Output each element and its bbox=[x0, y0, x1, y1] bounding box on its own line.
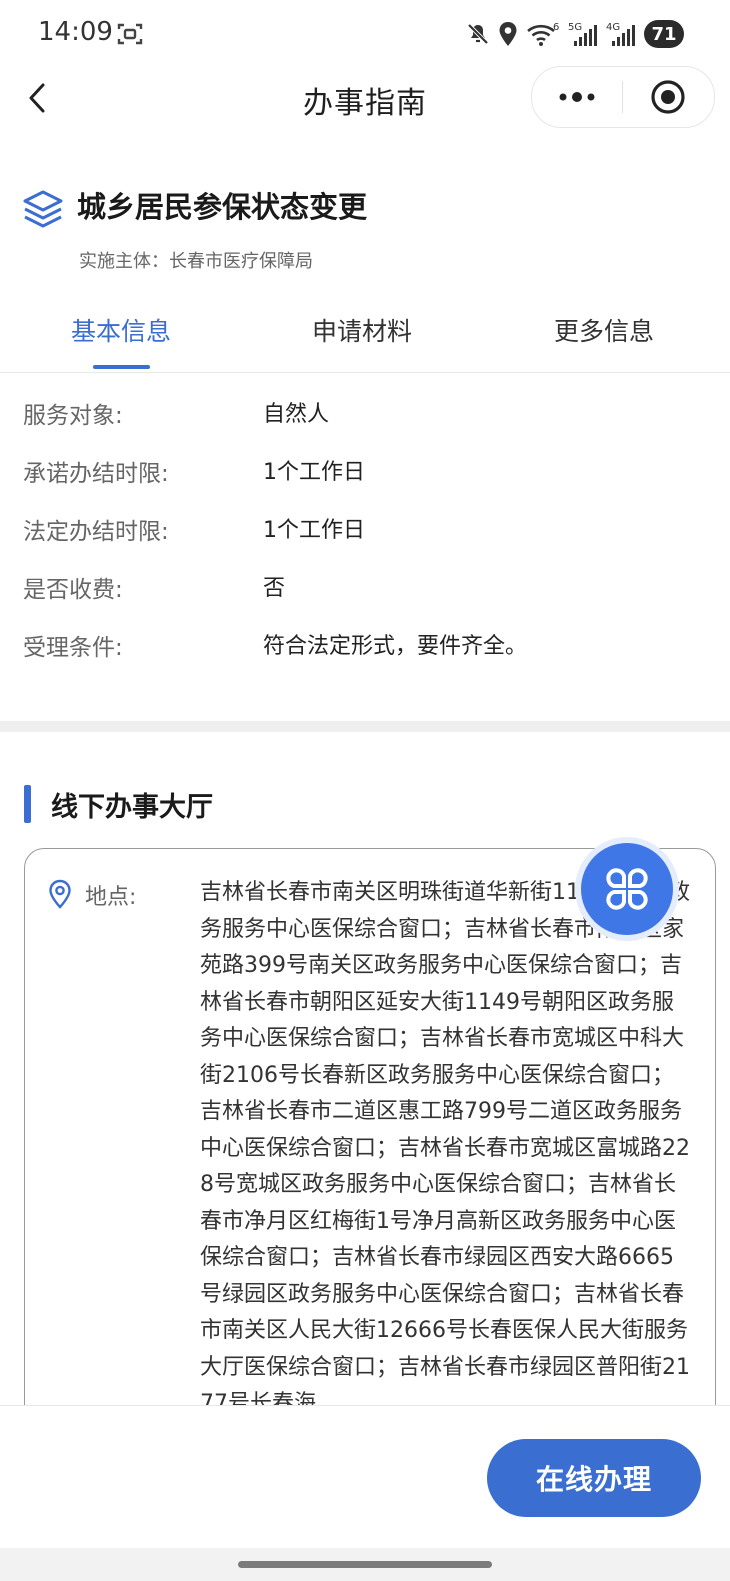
signal-5g-icon: 5G bbox=[568, 22, 597, 46]
status-bar: 14:09 6 5G 4G 71 bbox=[0, 0, 730, 66]
close-button[interactable] bbox=[623, 67, 713, 127]
more-dots-icon bbox=[559, 92, 595, 102]
info-label: 法定办结时限: bbox=[23, 519, 169, 545]
location-label: 地点: bbox=[85, 885, 137, 910]
info-label: 是否收费: bbox=[23, 577, 123, 603]
info-row-acceptance-conditions: 受理条件: 符合法定形式，要件齐全。 bbox=[0, 628, 730, 668]
location-status-icon bbox=[499, 22, 517, 46]
info-row-promised-time: 承诺办结时限: 1个工作日 bbox=[0, 454, 730, 494]
battery-indicator: 71 bbox=[644, 20, 684, 48]
nav-bar: 办事指南 bbox=[0, 66, 730, 130]
section-divider bbox=[0, 721, 730, 732]
signal-5g-label: 5G bbox=[568, 22, 582, 33]
signal-4g-label: 4G bbox=[606, 22, 620, 33]
menu-grid-icon bbox=[606, 868, 648, 910]
info-label: 承诺办结时限: bbox=[23, 461, 169, 487]
location-card: 地点: 吉林省长春市南关区明珠街道华新街11号长春市政务服务中心医保综合窗口；吉… bbox=[24, 848, 716, 1470]
location-text: 吉林省长春市南关区明珠街道华新街11号长春市政务服务中心医保综合窗口；吉林省长春… bbox=[200, 880, 690, 1416]
offline-hall-title: 线下办事大厅 bbox=[51, 792, 213, 823]
status-icons: 6 5G 4G 71 bbox=[466, 18, 684, 50]
wifi-label: 6 bbox=[553, 22, 559, 33]
signal-4g-icon: 4G bbox=[606, 22, 635, 46]
section-accent-bar bbox=[24, 785, 31, 823]
online-handle-button[interactable]: 在线办理 bbox=[487, 1439, 701, 1517]
floating-menu-button[interactable] bbox=[581, 843, 673, 935]
mute-icon bbox=[467, 23, 489, 45]
tab-more-info[interactable]: 更多信息 bbox=[504, 312, 704, 348]
bottom-action-bar: 在线办理 bbox=[0, 1405, 730, 1556]
more-button[interactable] bbox=[532, 67, 622, 127]
info-value: 否 bbox=[263, 576, 286, 601]
implementer-text: 实施主体：长春市医疗保障局 bbox=[79, 251, 313, 272]
info-row-service-target: 服务对象: 自然人 bbox=[0, 396, 730, 436]
service-title: 城乡居民参保状态变更 bbox=[77, 190, 368, 224]
status-time: 14:09 bbox=[38, 17, 113, 47]
info-label: 受理条件: bbox=[23, 635, 123, 661]
layers-icon bbox=[23, 190, 63, 228]
wifi-icon: 6 bbox=[527, 22, 559, 46]
tab-application-materials[interactable]: 申请材料 bbox=[262, 312, 462, 348]
home-indicator[interactable] bbox=[238, 1561, 492, 1568]
location-pin-icon bbox=[49, 879, 71, 909]
info-label: 服务对象: bbox=[23, 403, 123, 429]
info-value: 1个工作日 bbox=[263, 518, 365, 543]
info-value: 符合法定形式，要件齐全。 bbox=[263, 634, 528, 659]
info-row-fee: 是否收费: 否 bbox=[0, 570, 730, 610]
tab-bar: 基本信息 申请材料 更多信息 bbox=[0, 300, 730, 373]
active-tab-indicator bbox=[93, 365, 150, 369]
tab-basic-info[interactable]: 基本信息 bbox=[21, 312, 221, 348]
mini-program-capsule bbox=[531, 66, 715, 128]
screen-capture-icon bbox=[117, 23, 143, 45]
info-row-legal-time: 法定办结时限: 1个工作日 bbox=[0, 512, 730, 552]
info-value: 1个工作日 bbox=[263, 460, 365, 485]
close-target-icon bbox=[651, 80, 685, 114]
info-value: 自然人 bbox=[263, 402, 330, 427]
